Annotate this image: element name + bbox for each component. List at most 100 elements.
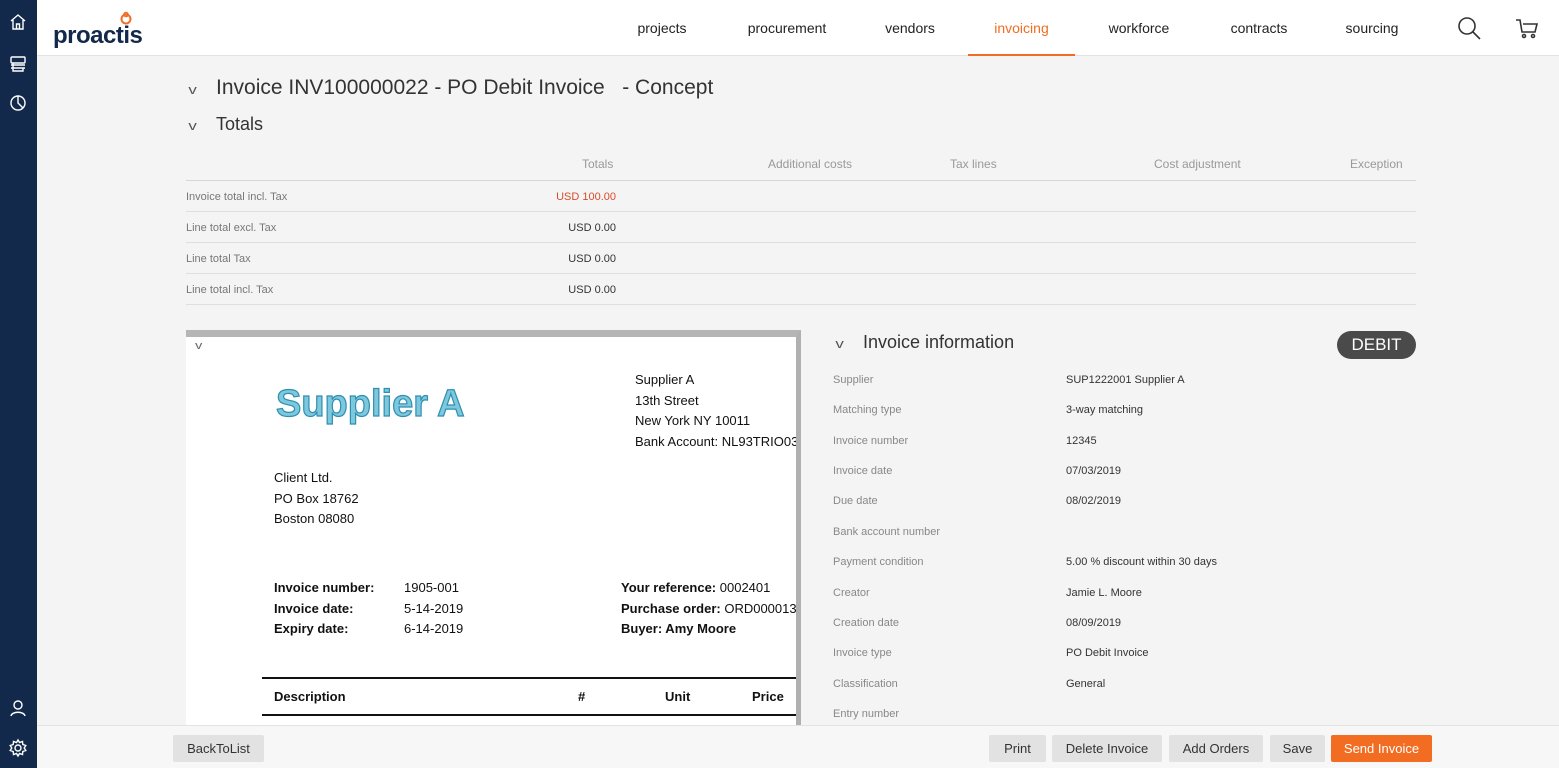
detail-value: 1905-001 bbox=[404, 580, 459, 595]
info-row-creation-date: Creation date 08/09/2019 bbox=[833, 617, 1433, 637]
info-value: 08/02/2019 bbox=[1066, 495, 1122, 507]
doc-col-description: Description bbox=[274, 689, 346, 704]
home-icon[interactable] bbox=[6, 10, 30, 34]
info-row-matching-type: Matching type 3-way matching bbox=[833, 404, 1433, 424]
detail-label: Purchase order: bbox=[621, 600, 721, 616]
info-value: 12345 bbox=[1066, 435, 1097, 447]
page-title: v Invoice INV100000022 - PO Debit Invoice… bbox=[188, 76, 713, 100]
nav-sourcing[interactable]: sourcing bbox=[1334, 0, 1410, 56]
info-row-invoice-type: Invoice type PO Debit Invoice bbox=[833, 647, 1433, 667]
address-line: PO Box 18762 bbox=[274, 490, 359, 506]
collapse-chevron-icon[interactable]: v bbox=[195, 340, 202, 352]
info-row-bank-account: Bank account number bbox=[833, 526, 1433, 546]
detail-value: ORD000013 bbox=[724, 600, 797, 616]
info-label: Payment condition bbox=[833, 556, 924, 568]
address-line: Client Ltd. bbox=[274, 470, 333, 485]
table-row: Invoice total incl. Tax USD 100.00 bbox=[186, 181, 616, 212]
invoice-information-heading: v Invoice information bbox=[835, 332, 1015, 353]
detail-value: 0002401 bbox=[719, 580, 771, 595]
doc-col-price: Price bbox=[752, 689, 784, 704]
info-value: 5.00 % discount within 30 days bbox=[1066, 556, 1218, 568]
table-top-rule bbox=[262, 677, 796, 679]
col-header-exception[interactable]: Exception bbox=[1350, 157, 1403, 171]
nav-invoicing[interactable]: invoicing bbox=[968, 0, 1075, 56]
row-divider bbox=[186, 304, 1416, 305]
address-line: 13th Street bbox=[635, 392, 699, 408]
info-row-supplier: Supplier SUP1222001 Supplier A bbox=[833, 374, 1433, 394]
doc-col-qty: # bbox=[578, 689, 586, 704]
info-label: Supplier bbox=[833, 374, 874, 386]
table-row: Line total excl. Tax USD 0.00 bbox=[186, 212, 616, 243]
address-line: Supplier A bbox=[635, 372, 695, 387]
print-button[interactable]: Print bbox=[989, 735, 1046, 762]
supplier-logo: Supplier A bbox=[275, 382, 465, 425]
doc-col-unit: Unit bbox=[665, 689, 691, 704]
detail-label: Expiry date: bbox=[274, 621, 349, 636]
table-row: Line total incl. Tax USD 0.00 bbox=[186, 274, 616, 305]
row-value: USD 100.00 bbox=[556, 191, 616, 203]
nav-contracts[interactable]: contracts bbox=[1217, 0, 1301, 56]
detail-label: Invoice date: bbox=[274, 600, 354, 616]
user-icon[interactable] bbox=[6, 696, 30, 720]
collapse-chevron-icon[interactable]: v bbox=[188, 82, 219, 97]
search-icon[interactable] bbox=[1455, 14, 1483, 42]
send-invoice-button[interactable]: Send Invoice bbox=[1331, 735, 1432, 762]
info-value: 07/03/2019 bbox=[1066, 465, 1122, 477]
info-label: Invoice type bbox=[833, 647, 892, 659]
info-row-invoice-date: Invoice date 07/03/2019 bbox=[833, 465, 1433, 485]
info-value: SUP1222001 Supplier A bbox=[1066, 374, 1185, 386]
info-label: Bank account number bbox=[833, 526, 941, 538]
invoice-details-left: Invoice number: 1905-001 Invoice date: 5-1… bbox=[274, 578, 463, 640]
info-label: Due date bbox=[833, 495, 878, 507]
nav-workforce[interactable]: workforce bbox=[1098, 0, 1180, 56]
nav-projects[interactable]: projects bbox=[620, 0, 704, 56]
info-value: PO Debit Invoice bbox=[1066, 647, 1149, 659]
info-value: 08/09/2019 bbox=[1066, 617, 1122, 629]
totals-heading: v Totals bbox=[188, 114, 263, 135]
info-label: Invoice date bbox=[833, 465, 893, 477]
client-address: Client Ltd. PO Box 18762 Boston 08080 bbox=[274, 468, 359, 530]
collapse-chevron-icon[interactable]: v bbox=[835, 336, 866, 351]
info-value: Jamie L. Moore bbox=[1066, 587, 1142, 599]
main-nav: projects procurement vendors invoicing w… bbox=[37, 0, 1559, 56]
collapse-chevron-icon[interactable]: v bbox=[188, 118, 219, 133]
address-line: New York NY 10011 bbox=[635, 413, 751, 428]
detail-label: Buyer: Amy Moore bbox=[621, 621, 737, 636]
info-label: Invoice number bbox=[833, 435, 909, 447]
detail-value: 5-14-2019 bbox=[404, 600, 464, 616]
cart-icon[interactable] bbox=[1513, 14, 1541, 42]
detail-label: Invoice number: bbox=[274, 580, 375, 595]
detail-label: Your reference: bbox=[621, 580, 717, 595]
add-orders-button[interactable]: Add Orders bbox=[1169, 735, 1263, 762]
info-row-invoice-number: Invoice number 12345 bbox=[833, 435, 1433, 455]
row-value: USD 0.00 bbox=[568, 284, 616, 296]
row-label: Line total Tax bbox=[186, 253, 251, 265]
supplier-address: Supplier A 13th Street New York NY 10011… bbox=[635, 370, 796, 452]
row-value: USD 0.00 bbox=[568, 222, 616, 234]
settings-icon[interactable] bbox=[6, 736, 30, 760]
col-header-tax-lines[interactable]: Tax lines bbox=[950, 157, 997, 171]
nav-procurement[interactable]: procurement bbox=[731, 0, 843, 56]
col-header-additional-costs[interactable]: Additional costs bbox=[768, 157, 852, 171]
back-to-list-button[interactable]: BackToList bbox=[173, 735, 264, 762]
nav-vendors[interactable]: vendors bbox=[874, 0, 946, 56]
info-row-classification: Classification General bbox=[833, 678, 1433, 698]
table-row: Line total Tax USD 0.00 bbox=[186, 243, 616, 274]
inbox-icon[interactable] bbox=[6, 52, 30, 76]
info-label: Creation date bbox=[833, 617, 900, 629]
invoice-document-preview[interactable]: v Supplier A Supplier A 13th Street New … bbox=[186, 330, 801, 725]
save-button[interactable]: Save bbox=[1270, 735, 1325, 762]
row-label: Line total incl. Tax bbox=[186, 284, 274, 296]
invoice-information-title: Invoice information bbox=[863, 332, 1015, 352]
col-header-cost-adjustment[interactable]: Cost adjustment bbox=[1154, 157, 1241, 171]
detail-value: 6-14-2019 bbox=[404, 621, 464, 636]
info-row-due-date: Due date 08/02/2019 bbox=[833, 495, 1433, 515]
info-row-payment-condition: Payment condition 5.00 % discount within… bbox=[833, 556, 1433, 576]
info-label: Classification bbox=[833, 678, 898, 690]
info-label: Matching type bbox=[833, 404, 902, 416]
delete-invoice-button[interactable]: Delete Invoice bbox=[1052, 735, 1162, 762]
row-label: Line total excl. Tax bbox=[186, 222, 277, 234]
reports-icon[interactable] bbox=[6, 91, 30, 115]
action-bar: BackToList Print Delete Invoice Add Orde… bbox=[37, 725, 1559, 768]
col-header-totals[interactable]: Totals bbox=[582, 157, 613, 171]
